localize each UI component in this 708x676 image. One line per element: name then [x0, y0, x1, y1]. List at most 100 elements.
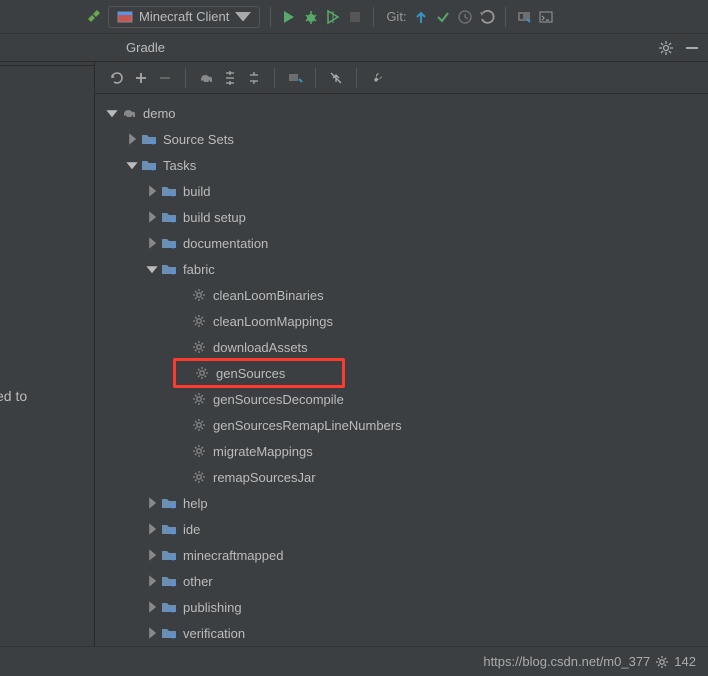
task-label: genSources	[216, 366, 285, 381]
expand-arrow-down-icon[interactable]	[145, 262, 159, 276]
refresh-icon[interactable]	[109, 70, 125, 86]
watermark-url-left: https://blog.csdn.net/m0_377	[483, 654, 650, 669]
task-cleanLoomBinaries[interactable]: cleanLoomBinaries	[95, 282, 708, 308]
task-genSources[interactable]: genSources	[173, 358, 345, 388]
folder-gear-icon	[161, 183, 177, 199]
gear-icon	[191, 313, 207, 329]
remove-icon[interactable]	[157, 70, 173, 86]
tree-node-other[interactable]: other	[95, 568, 708, 594]
folder-gear-icon	[161, 209, 177, 225]
git-history-icon[interactable]	[457, 9, 473, 25]
run-config-label: Minecraft Client	[139, 9, 229, 24]
tree-label: other	[183, 574, 213, 589]
tree-label: minecraftmapped	[183, 548, 283, 563]
tree-node-ide[interactable]: ide	[95, 516, 708, 542]
coverage-icon[interactable]	[325, 9, 341, 25]
toolbar-divider	[315, 68, 316, 88]
tree-node-build[interactable]: build	[95, 178, 708, 204]
folder-gear-icon	[161, 261, 177, 277]
task-remapSourcesJar[interactable]: remapSourcesJar	[95, 464, 708, 490]
tree-node-documentation[interactable]: documentation	[95, 230, 708, 256]
expand-arrow-right-icon[interactable]	[145, 626, 159, 640]
tree-node-verification[interactable]: verification	[95, 620, 708, 646]
expand-arrow-right-icon[interactable]	[145, 574, 159, 588]
app-icon	[117, 9, 133, 25]
tree-node-help[interactable]: help	[95, 490, 708, 516]
add-icon[interactable]	[133, 70, 149, 86]
folder-gear-icon	[161, 547, 177, 563]
folder-gear-icon	[161, 521, 177, 537]
git-revert-icon[interactable]	[479, 9, 495, 25]
folder-gear-icon	[161, 573, 177, 589]
gear-icon[interactable]	[658, 40, 674, 56]
clipped-text: ed to	[0, 388, 27, 404]
folder-gear-icon	[161, 599, 177, 615]
tree-root[interactable]: demo	[95, 100, 708, 126]
task-label: cleanLoomMappings	[213, 314, 333, 329]
wrench-icon[interactable]	[369, 70, 385, 86]
task-cleanLoomMappings[interactable]: cleanLoomMappings	[95, 308, 708, 334]
tree-label: build setup	[183, 210, 246, 225]
expand-arrow-down-icon[interactable]	[125, 158, 139, 172]
tree-node-build-setup[interactable]: build setup	[95, 204, 708, 230]
expand-arrow-right-icon[interactable]	[145, 600, 159, 614]
tree-node-publishing[interactable]: publishing	[95, 594, 708, 620]
tree-node-minecraftmapped[interactable]: minecraftmapped	[95, 542, 708, 568]
expand-arrow-right-icon[interactable]	[145, 548, 159, 562]
task-genSourcesDecompile[interactable]: genSourcesDecompile	[95, 386, 708, 412]
watermark-footer: https://blog.csdn.net/m0_377 142	[0, 646, 708, 676]
elephant-icon[interactable]	[198, 70, 214, 86]
task-downloadAssets[interactable]: downloadAssets	[95, 334, 708, 360]
expand-arrow-right-icon[interactable]	[145, 522, 159, 536]
expand-arrow-down-icon[interactable]	[105, 106, 119, 120]
expand-arrow-right-icon[interactable]	[145, 496, 159, 510]
folder-gear-icon	[161, 495, 177, 511]
tree-node-fabric[interactable]: fabric	[95, 256, 708, 282]
gradle-panel: demo Source Sets Tasks build build setup	[95, 62, 708, 646]
offline-icon[interactable]	[328, 70, 344, 86]
git-commit-icon[interactable]	[435, 9, 451, 25]
run-icon[interactable]	[281, 9, 297, 25]
minimize-icon[interactable]	[684, 40, 700, 56]
tree-label: help	[183, 496, 208, 511]
elephant-icon	[121, 105, 137, 121]
task-label: cleanLoomBinaries	[213, 288, 324, 303]
dropdown-arrow-icon	[235, 9, 251, 25]
task-label: genSourcesRemapLineNumbers	[213, 418, 402, 433]
git-update-icon[interactable]	[413, 9, 429, 25]
gear-icon	[191, 339, 207, 355]
left-tool-strip: ed to	[0, 34, 95, 646]
task-genSourcesRemapLineNumbers[interactable]: genSourcesRemapLineNumbers	[95, 412, 708, 438]
tree-label: ide	[183, 522, 200, 537]
tree-label: Source Sets	[163, 132, 234, 147]
tree-node-source-sets[interactable]: Source Sets	[95, 126, 708, 152]
toolbar-divider	[274, 68, 275, 88]
tree-label: publishing	[183, 600, 242, 615]
gradle-toolbar	[95, 62, 708, 94]
folder-gear-icon	[161, 625, 177, 641]
task-label: remapSourcesJar	[213, 470, 316, 485]
project-structure-icon[interactable]	[516, 9, 532, 25]
watermark-url-right: 142	[674, 654, 696, 669]
expand-arrow-right-icon[interactable]	[145, 236, 159, 250]
tree-label: Tasks	[163, 158, 196, 173]
tree-label: build	[183, 184, 210, 199]
debug-icon[interactable]	[303, 9, 319, 25]
hammer-icon[interactable]	[86, 9, 102, 25]
expand-all-icon[interactable]	[222, 70, 238, 86]
tree-label: demo	[143, 106, 176, 121]
run-configuration-selector[interactable]: Minecraft Client	[108, 6, 260, 28]
expand-arrow-right-icon[interactable]	[145, 184, 159, 198]
toolbar-divider	[270, 7, 271, 27]
gradle-tree[interactable]: demo Source Sets Tasks build build setup	[95, 94, 708, 646]
toolbar-divider	[185, 68, 186, 88]
gear-icon	[194, 365, 210, 381]
expand-arrow-right-icon[interactable]	[145, 210, 159, 224]
tree-label: verification	[183, 626, 245, 641]
terminal-icon[interactable]	[538, 9, 554, 25]
collapse-all-icon[interactable]	[246, 70, 262, 86]
expand-arrow-right-icon[interactable]	[125, 132, 139, 146]
task-migrateMappings[interactable]: migrateMappings	[95, 438, 708, 464]
attach-icon[interactable]	[287, 70, 303, 86]
tree-node-tasks[interactable]: Tasks	[95, 152, 708, 178]
